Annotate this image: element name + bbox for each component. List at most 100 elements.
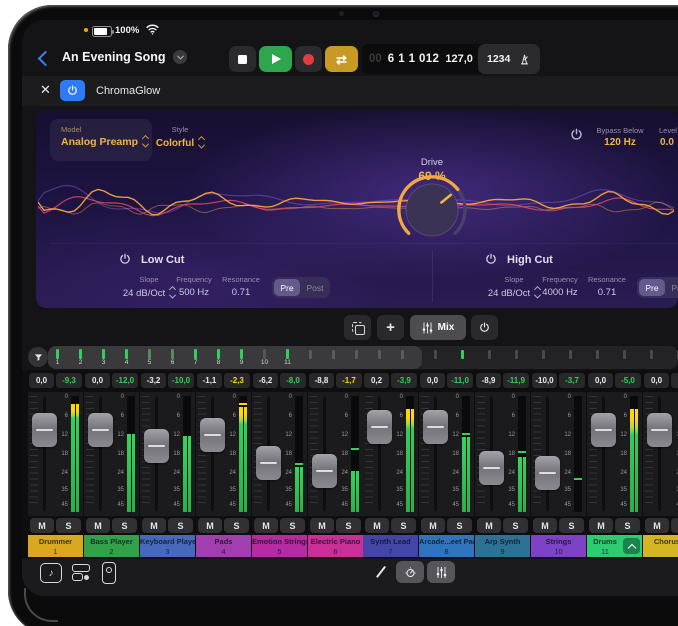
- mixer-view-button[interactable]: [427, 561, 455, 583]
- level-value[interactable]: -11,9: [503, 373, 529, 388]
- level-value[interactable]: -10,0: [168, 373, 194, 388]
- level-value[interactable]: [671, 373, 678, 388]
- volume-value[interactable]: -6,2: [253, 373, 278, 388]
- volume-value[interactable]: 0,0: [29, 373, 54, 388]
- volume-value[interactable]: -8,9: [476, 373, 501, 388]
- meter-scale-label: 6: [559, 413, 571, 419]
- fader-handle[interactable]: [479, 451, 504, 485]
- meter-scale-label: 35: [503, 487, 515, 493]
- channel-strips: 0,0-9,3061218243545MSDrummer10,0-12,0061…: [22, 20, 678, 596]
- fader-track[interactable]: [211, 397, 214, 511]
- channel-10-solo-button[interactable]: S: [559, 518, 584, 533]
- track-tile-3[interactable]: Keyboard Player3: [140, 535, 195, 557]
- channel-5-mute-button[interactable]: M: [254, 518, 278, 533]
- track-tile-9[interactable]: Arp Synth9: [475, 535, 530, 557]
- level-value[interactable]: -2,3: [224, 373, 250, 388]
- loop-browser-icon[interactable]: ♪: [40, 563, 62, 583]
- level-value[interactable]: -11,0: [447, 373, 473, 388]
- channel-8-mute-button[interactable]: M: [421, 518, 445, 533]
- track-tile-6[interactable]: Electric Piano6: [308, 535, 363, 557]
- channel-11-mute-button[interactable]: M: [589, 518, 613, 533]
- level-value[interactable]: -3,7: [559, 373, 585, 388]
- meter-scale-label: 35: [391, 487, 403, 493]
- track-number: 11: [587, 547, 623, 557]
- meter-scale-label: 24: [112, 470, 124, 476]
- fader-handle[interactable]: [423, 410, 448, 444]
- track-tile-5[interactable]: Emotion Strings5: [252, 535, 307, 557]
- channel-10-value-row: -10,0-3,7: [531, 373, 586, 388]
- smart-controls-button[interactable]: [396, 561, 424, 583]
- level-value[interactable]: -3,9: [391, 373, 417, 388]
- channel-3-mute-button[interactable]: M: [142, 518, 166, 533]
- channel-2-solo-button[interactable]: S: [112, 518, 137, 533]
- channel-11-solo-button[interactable]: S: [615, 518, 640, 533]
- volume-value[interactable]: 0,2: [364, 373, 389, 388]
- fader-handle[interactable]: [312, 454, 337, 488]
- channel-12-mute-button[interactable]: M: [645, 518, 669, 533]
- level-value[interactable]: -5,0: [615, 373, 641, 388]
- track-number: 3: [140, 547, 195, 557]
- volume-value[interactable]: 0,0: [588, 373, 613, 388]
- volume-value[interactable]: 0,0: [420, 373, 445, 388]
- fader-handle[interactable]: [647, 413, 672, 447]
- track-name: Arp Synth: [475, 537, 530, 547]
- fader-track[interactable]: [546, 397, 549, 511]
- level-value[interactable]: -12,0: [112, 373, 138, 388]
- channel-9-solo-button[interactable]: S: [503, 518, 528, 533]
- meter-scale-label: 18: [615, 451, 627, 457]
- meter-scale-label: 24: [559, 470, 571, 476]
- track-tile-4[interactable]: Pads4: [196, 535, 251, 557]
- fader-handle[interactable]: [32, 413, 57, 447]
- channel-5-solo-button[interactable]: S: [280, 518, 305, 533]
- channel-6-mute-button[interactable]: M: [310, 518, 334, 533]
- volume-value[interactable]: 0,0: [644, 373, 669, 388]
- track-tile-10[interactable]: Strings10: [531, 535, 586, 557]
- meter-scale-label: 0: [391, 394, 403, 400]
- channel-1-solo-button[interactable]: S: [56, 518, 81, 533]
- meter-scale-label: 12: [391, 432, 403, 438]
- track-tile-8[interactable]: Arcade...eet Pad8: [419, 535, 474, 557]
- level-value[interactable]: -8,0: [280, 373, 306, 388]
- volume-value[interactable]: -8,8: [309, 373, 334, 388]
- track-tile-2[interactable]: Bass Player2: [84, 535, 139, 557]
- fader-handle[interactable]: [200, 418, 225, 452]
- channel-2-mute-button[interactable]: M: [86, 518, 110, 533]
- level-meter: [127, 396, 135, 512]
- fader-handle[interactable]: [367, 410, 392, 444]
- level-value[interactable]: -9,3: [56, 373, 82, 388]
- channel-4-mute-button[interactable]: M: [198, 518, 222, 533]
- channel-10-mute-button[interactable]: M: [533, 518, 557, 533]
- channel-6-solo-button[interactable]: S: [336, 518, 361, 533]
- level-value[interactable]: -1,7: [336, 373, 362, 388]
- channel-2-strip: 061218243545: [84, 392, 139, 516]
- meter-scale-label: 35: [447, 487, 459, 493]
- volume-value[interactable]: 0,0: [85, 373, 110, 388]
- volume-value[interactable]: -3,2: [141, 373, 166, 388]
- track-tile-1[interactable]: Drummer1: [28, 535, 83, 557]
- fader-handle[interactable]: [535, 456, 560, 490]
- channel-9-mute-button[interactable]: M: [477, 518, 501, 533]
- collapse-chevron-button[interactable]: [623, 538, 640, 554]
- channel-12-solo-button[interactable]: S: [671, 518, 678, 533]
- channel-8-solo-button[interactable]: S: [447, 518, 472, 533]
- track-tile-7[interactable]: Synth Lead7: [363, 535, 418, 557]
- channel-4-solo-button[interactable]: S: [224, 518, 249, 533]
- channel-1-mute-button[interactable]: M: [30, 518, 54, 533]
- track-number: 4: [196, 547, 251, 557]
- fader-handle[interactable]: [591, 413, 616, 447]
- volume-value[interactable]: -1,1: [197, 373, 222, 388]
- meter-scale-label: 0: [615, 394, 627, 400]
- volume-value[interactable]: -10,0: [532, 373, 557, 388]
- channel-7-mute-button[interactable]: M: [365, 518, 389, 533]
- track-tile-11[interactable]: Drums11: [587, 535, 642, 557]
- meter-scale-label: 18: [112, 451, 124, 457]
- meter-scale-label: 18: [224, 451, 236, 457]
- fader-handle[interactable]: [144, 429, 169, 463]
- plugin-tiles-icon[interactable]: [72, 563, 90, 581]
- channel-3-solo-button[interactable]: S: [168, 518, 193, 533]
- track-tile-12[interactable]: Chorus V: [643, 535, 678, 557]
- fader-handle[interactable]: [256, 446, 281, 480]
- channel-7-solo-button[interactable]: S: [391, 518, 416, 533]
- channel-strip-icon[interactable]: [102, 562, 116, 584]
- fader-handle[interactable]: [88, 413, 113, 447]
